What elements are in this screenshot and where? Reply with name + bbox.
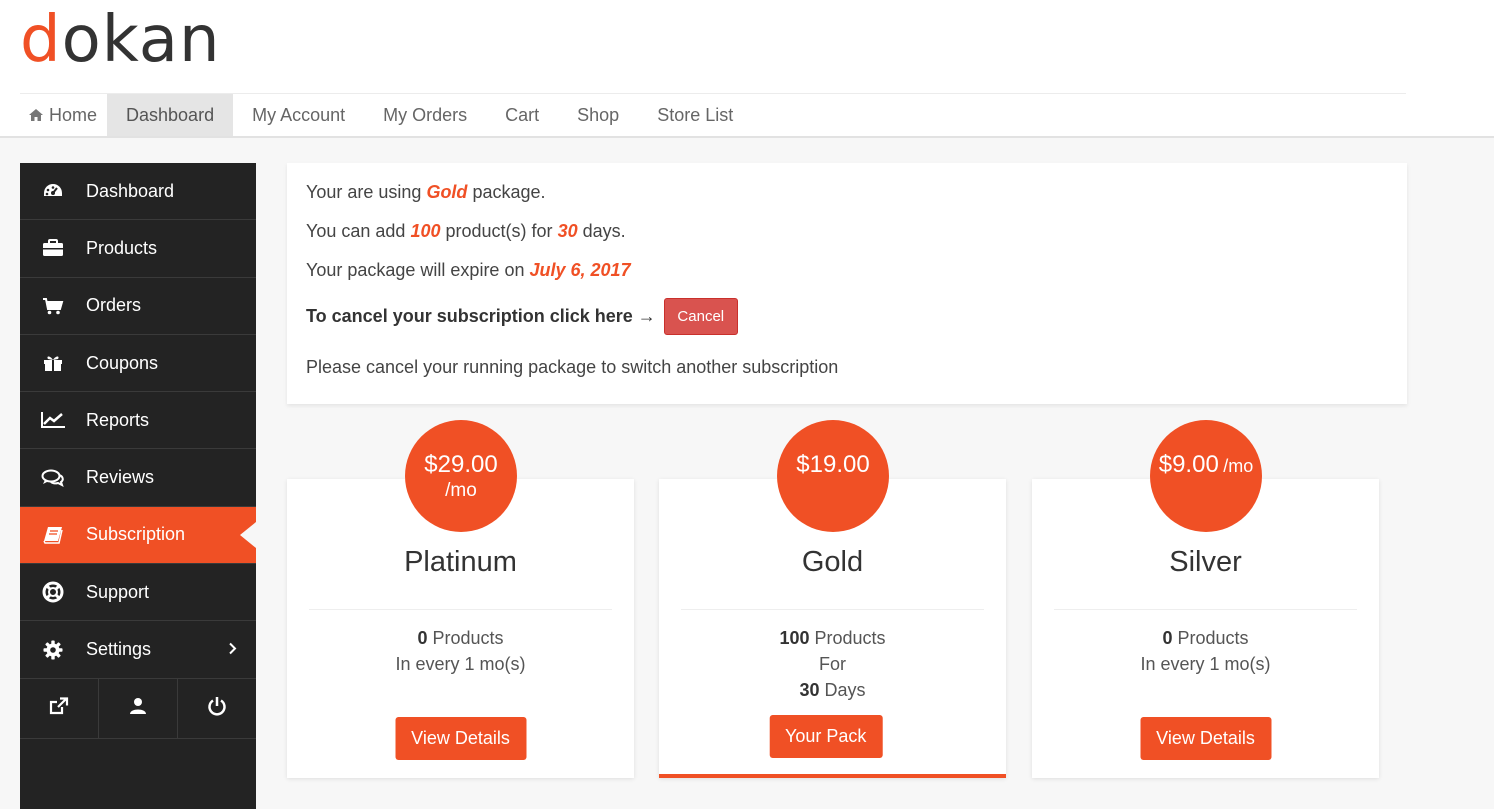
product-limit-value: 100 (410, 221, 441, 241)
sidebar-item-reviews[interactable]: Reviews (20, 449, 256, 507)
expiry-date: July 6, 2017 (529, 260, 631, 280)
sidebar-item-products[interactable]: Products (20, 220, 256, 278)
gear-icon (40, 640, 66, 660)
sidebar-item-orders[interactable]: Orders (20, 278, 256, 335)
current-package-line: Your are using Gold package. (306, 182, 546, 202)
sidebar-item-label: Dashboard (86, 180, 175, 201)
sidebar-footer (20, 678, 256, 739)
nav-home-label: Home (49, 104, 98, 125)
nav-dashboard-label: Dashboard (126, 104, 215, 125)
sidebar-item-label: Products (86, 237, 158, 258)
pack-price-badge: $9.00 /mo (1150, 420, 1262, 532)
nav-my-orders-label: My Orders (383, 104, 468, 125)
cancel-subscription-button[interactable]: Cancel (663, 298, 738, 335)
nav-shop[interactable]: Shop (558, 94, 638, 136)
view-details-button[interactable]: View Details (1140, 717, 1271, 760)
life-ring-icon (40, 581, 66, 603)
price-amount: $9.00 (1158, 451, 1219, 478)
sidebar-item-reports[interactable]: Reports (20, 392, 256, 450)
pack-name: Platinum (404, 546, 517, 578)
nav-home[interactable]: Home (20, 94, 107, 136)
line-chart-icon (40, 410, 66, 430)
cart-icon (40, 296, 66, 316)
divider (681, 609, 984, 610)
cancel-subscription-row: To cancel your subscription click here →… (306, 298, 1388, 335)
visit-store-button[interactable] (20, 678, 99, 738)
price-amount: $29.00 (424, 451, 498, 478)
cancel-subscription-text: To cancel your subscription click here → (306, 306, 656, 326)
pack-description: 0 Products In every 1 mo(s) (395, 628, 526, 674)
nav-shop-label: Shop (577, 104, 620, 125)
pack-description: 100 Products For 30 Days (779, 628, 886, 700)
days-value: 30 (557, 221, 578, 241)
your-pack-button[interactable]: Your Pack (769, 715, 883, 758)
pack-description: 0 Products In every 1 mo(s) (1140, 628, 1271, 674)
sidebar-item-label: Reports (86, 409, 150, 430)
nav-my-account-label: My Account (252, 104, 346, 125)
sidebar-item-label: Subscription (86, 524, 186, 545)
edit-account-button[interactable] (99, 678, 178, 738)
book-icon (40, 525, 66, 545)
nav-cart[interactable]: Cart (486, 94, 558, 136)
power-icon (207, 696, 227, 721)
logo-text: okan (61, 3, 221, 77)
product-limit-line: You can add 100 product(s) for 30 days. (306, 221, 626, 241)
home-icon (29, 109, 43, 121)
external-link-icon (49, 697, 69, 720)
expiry-line: Your package will expire on July 6, 2017 (306, 260, 631, 280)
pack-name: Silver (1169, 546, 1242, 578)
sidebar-item-subscription[interactable]: Subscription (20, 506, 256, 565)
nav-store-list-label: Store List (657, 104, 734, 125)
briefcase-icon (40, 238, 66, 258)
sidebar-item-label: Orders (86, 295, 142, 316)
pack-name: Gold (801, 546, 864, 578)
divider (309, 609, 612, 610)
view-details-button[interactable]: View Details (395, 717, 526, 760)
subscription-info-panel: Your are using Gold package. You can add… (287, 163, 1407, 404)
switch-package-note: Please cancel your running package to sw… (306, 357, 839, 377)
sidebar-item-label: Settings (86, 639, 152, 660)
nav-dashboard[interactable]: Dashboard (107, 94, 234, 136)
pack-price-badge: $29.00 /mo (405, 420, 517, 532)
chevron-right-icon (228, 639, 238, 660)
comments-icon (40, 468, 66, 488)
top-nav: Home Dashboard My Account My Orders Cart… (20, 93, 1406, 136)
divider (1054, 609, 1357, 610)
sidebar-item-dashboard[interactable]: Dashboard (20, 163, 256, 221)
price-amount: $19.00 (796, 451, 870, 478)
gift-icon (40, 353, 66, 373)
logo-letter-d: d (20, 3, 62, 77)
sidebar-item-coupons[interactable]: Coupons (20, 335, 256, 393)
sidebar-item-support[interactable]: Support (20, 564, 256, 622)
logout-button[interactable] (178, 679, 256, 738)
nav-my-account[interactable]: My Account (233, 94, 364, 136)
price-period: /mo (445, 480, 477, 501)
current-package-name: Gold (426, 182, 468, 202)
pack-price-badge: $19.00 (777, 420, 889, 532)
nav-my-orders[interactable]: My Orders (364, 94, 486, 136)
dashboard-gauge-icon (40, 181, 66, 201)
sidebar-item-label: Coupons (86, 352, 159, 373)
nav-cart-label: Cart (505, 104, 540, 125)
sidebar-item-label: Reviews (86, 467, 155, 488)
price-period: /mo (1223, 456, 1254, 476)
nav-store-list[interactable]: Store List (638, 94, 752, 136)
user-icon (129, 697, 147, 720)
dokan-logo[interactable]: dokan (20, 2, 221, 78)
sidebar-item-settings[interactable]: Settings (20, 621, 256, 679)
sidebar-item-label: Support (86, 581, 150, 602)
dashboard-sidebar: Dashboard Products Orders Coupons Report… (20, 163, 256, 809)
